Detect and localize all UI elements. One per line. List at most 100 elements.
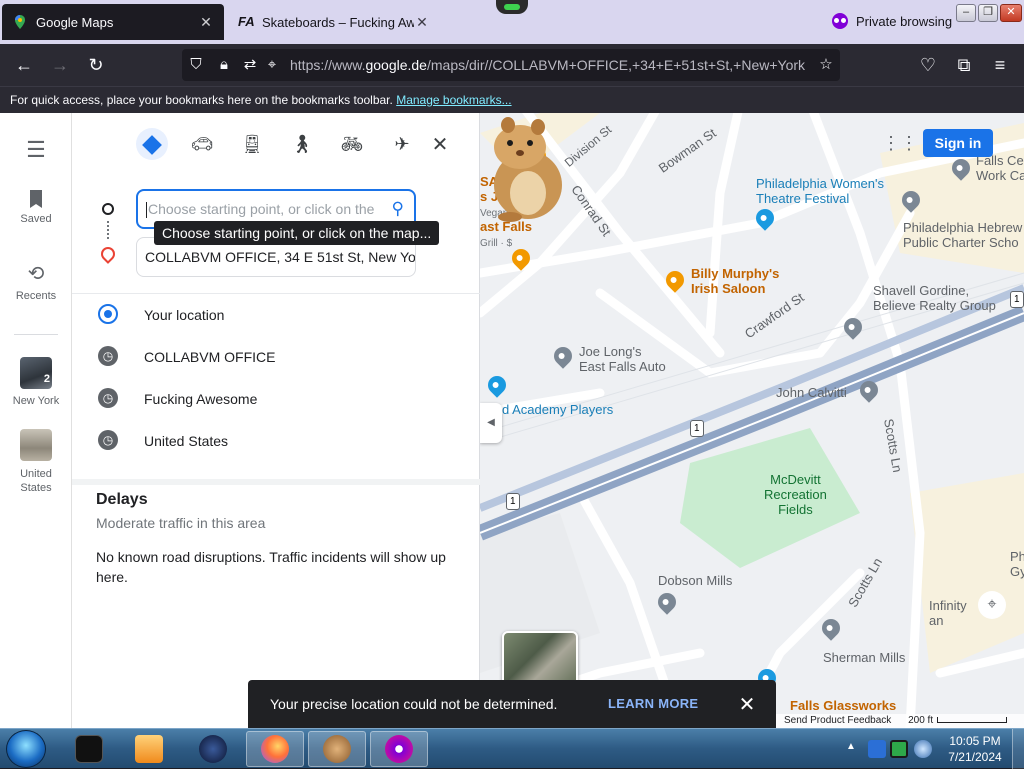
volume-icon[interactable] xyxy=(914,740,932,758)
main-menu-button[interactable]: ☰ xyxy=(0,137,72,167)
close-snackbar-icon[interactable]: ✕ xyxy=(736,692,758,717)
window-maximize-button[interactable]: ❐ xyxy=(978,4,998,22)
learn-more-button[interactable]: LEARN MORE xyxy=(608,696,698,711)
tab-close-icon[interactable]: ✕ xyxy=(198,14,214,31)
mode-driving-button[interactable]: 🚗︎ xyxy=(186,128,218,160)
mode-walking-button[interactable]: 🚶︎ xyxy=(286,128,318,160)
poi-shavell-gordine[interactable]: Shavell Gordine, Believe Realty Group xyxy=(873,283,996,313)
poi-phila-womens-theatre[interactable]: Philadelphia Women's Theatre Festival xyxy=(756,176,884,206)
rail-divider xyxy=(14,334,58,335)
poi-academy-players[interactable]: d Academy Players xyxy=(502,402,613,417)
poi-sherman-mills[interactable]: Sherman Mills xyxy=(823,650,905,665)
taskbar-clock[interactable]: 10:05 PM 7/21/2024 xyxy=(940,733,1010,765)
suggestion-label: Fucking Awesome xyxy=(144,391,258,407)
suggestion-united-states[interactable]: ◷ United States xyxy=(72,420,480,462)
destination-pin-icon xyxy=(98,244,118,264)
reload-icon[interactable]: ↻ xyxy=(84,53,108,77)
taskbar-app-browser-alt[interactable] xyxy=(184,731,242,767)
route-1-shield: 1 xyxy=(1010,291,1024,308)
media-player-icon xyxy=(135,735,163,763)
poi-name: Believe Realty Group xyxy=(873,298,996,313)
map-scale-label: 200 ft xyxy=(908,715,934,726)
forward-arrow-icon[interactable]: → xyxy=(48,53,72,77)
google-maps-favicon-icon xyxy=(15,15,25,29)
clock-icon: ◷ xyxy=(98,430,118,450)
tab-close-icon[interactable]: ✕ xyxy=(414,14,430,31)
start-button[interactable] xyxy=(6,730,46,768)
poi-joe-longs[interactable]: Joe Long's East Falls Auto xyxy=(579,344,666,374)
map-canvas[interactable]: 1 1 1 Bowman St Division St Conrad St Cr… xyxy=(480,113,1024,728)
car-icon: 🚗︎ xyxy=(190,134,214,154)
recent-new-york[interactable]: 2 New York xyxy=(0,357,72,407)
recents-button[interactable]: ⟲ Recents xyxy=(0,261,72,302)
poi-name: Joe Long's xyxy=(579,344,642,359)
maps-side-rail: ☰ Saved ⟲ Recents 2 New York United Stat… xyxy=(0,113,72,728)
tracking-shield-icon[interactable]: ⛉ xyxy=(186,55,206,75)
menu-hamburger-icon[interactable]: ≡ xyxy=(988,53,1012,77)
collapse-panel-button[interactable]: ◀ xyxy=(480,403,502,443)
suggestion-your-location[interactable]: Your location xyxy=(72,294,480,336)
clock-icon: ◷ xyxy=(98,346,118,366)
sign-in-button[interactable]: Sign in xyxy=(923,129,993,157)
taskbar-app-private-firefox[interactable] xyxy=(370,731,428,767)
tray-expand-icon[interactable]: ▲ xyxy=(846,741,864,759)
search-icon[interactable]: ⚲ xyxy=(392,199,404,219)
suggestion-fucking-awesome[interactable]: ◷ Fucking Awesome xyxy=(72,378,480,420)
poi-infinity[interactable]: Infinity an xyxy=(929,598,967,628)
crosshair-icon: ⌖ xyxy=(987,596,997,613)
tab-skateboards[interactable]: FA Skateboards – Fucking Awesome ✕ xyxy=(228,4,440,40)
recent-united-states[interactable]: United States xyxy=(0,429,72,495)
mode-cycling-button[interactable]: 🚲︎ xyxy=(336,128,368,160)
poi-phila-hebrew-school[interactable]: Philadelphia Hebrew Public Charter Scho xyxy=(903,220,1022,250)
taskbar-app-firefox[interactable] xyxy=(246,731,304,767)
clock-icon: ◷ xyxy=(98,388,118,408)
location-permission-icon[interactable]: ⌖ xyxy=(262,55,282,75)
mode-flight-button[interactable]: ✈︎ xyxy=(386,128,418,160)
map-footer: Send Product Feedback 200 ft xyxy=(776,714,1024,728)
window-close-button[interactable]: ✕ xyxy=(1000,4,1022,22)
tray-app-icon[interactable] xyxy=(868,740,886,758)
google-apps-grid-icon[interactable]: ⋮⋮⋮ xyxy=(882,133,936,153)
suggestion-collabvm-office[interactable]: ◷ COLLABVM OFFICE xyxy=(72,336,480,378)
mode-best-button[interactable] xyxy=(136,128,168,160)
poi-falls-glassworks[interactable]: Falls Glassworks xyxy=(790,698,896,713)
show-desktop-button[interactable] xyxy=(1012,729,1024,769)
poi-falls-center[interactable]: Falls Ce Work Ca xyxy=(976,153,1024,183)
saved-button[interactable]: Saved xyxy=(0,189,72,225)
permissions-icon[interactable]: ⇄ xyxy=(240,55,260,75)
mode-transit-button[interactable]: 🚆︎ xyxy=(236,128,268,160)
walking-icon: 🚶︎ xyxy=(290,134,314,154)
my-location-button[interactable]: ⌖ xyxy=(978,591,1006,619)
private-browsing-indicator: Private browsing xyxy=(832,13,952,29)
bookmark-star-icon[interactable]: ☆ xyxy=(816,55,836,75)
manage-bookmarks-link[interactable]: Manage bookmarks... xyxy=(396,93,511,107)
delays-title: Delays xyxy=(96,491,148,508)
train-icon: 🚆︎ xyxy=(240,134,264,154)
poi-john-calvitti[interactable]: John Calvitti xyxy=(776,385,847,400)
poi-east-falls-grill[interactable]: ast Falls Grill · $ xyxy=(480,219,532,251)
window-minimize-button[interactable]: – xyxy=(956,4,976,22)
directions-panel: 🚗︎ 🚆︎ 🚶︎ 🚲︎ ✈︎ ✕ Choose starting point, … xyxy=(72,113,480,728)
network-icon[interactable] xyxy=(890,740,908,758)
route-1-shield: 1 xyxy=(690,420,704,437)
poi-billy-murphys[interactable]: Billy Murphy's Irish Saloon xyxy=(691,266,779,296)
url-bar[interactable]: ⛉ 🔒︎ ⇄ ⌖ https://www.google.de/maps/dir/… xyxy=(182,49,840,81)
poi-mcdevitt-fields[interactable]: McDevitt Recreation Fields xyxy=(764,472,827,517)
route-1-shield: 1 xyxy=(506,493,520,510)
tab-google-maps[interactable]: Google Maps ✕ xyxy=(2,4,224,40)
taskbar-app-terminal[interactable] xyxy=(60,731,118,767)
delays-body: No known road disruptions. Traffic incid… xyxy=(96,549,446,585)
lock-icon[interactable]: 🔒︎ xyxy=(214,55,234,75)
poi-ph-gy[interactable]: Ph Gy xyxy=(1010,549,1024,579)
poi-name: McDevitt xyxy=(770,472,821,487)
extensions-icon[interactable]: ⧉ xyxy=(952,53,976,77)
close-directions-icon[interactable]: ✕ xyxy=(428,132,452,157)
send-feedback-link[interactable]: Send Product Feedback xyxy=(784,715,891,726)
bookmarks-toolbar: For quick access, place your bookmarks h… xyxy=(0,86,1024,113)
poi-dobson-mills-label[interactable]: Dobson Mills xyxy=(658,573,732,588)
taskbar-app-hamster[interactable] xyxy=(308,731,366,767)
back-arrow-icon[interactable]: ← xyxy=(12,53,36,77)
taskbar-app-media[interactable] xyxy=(120,731,178,767)
url-text[interactable]: https://www.google.de/maps/dir//COLLABVM… xyxy=(290,57,806,73)
pocket-icon[interactable]: ♡ xyxy=(916,53,940,77)
